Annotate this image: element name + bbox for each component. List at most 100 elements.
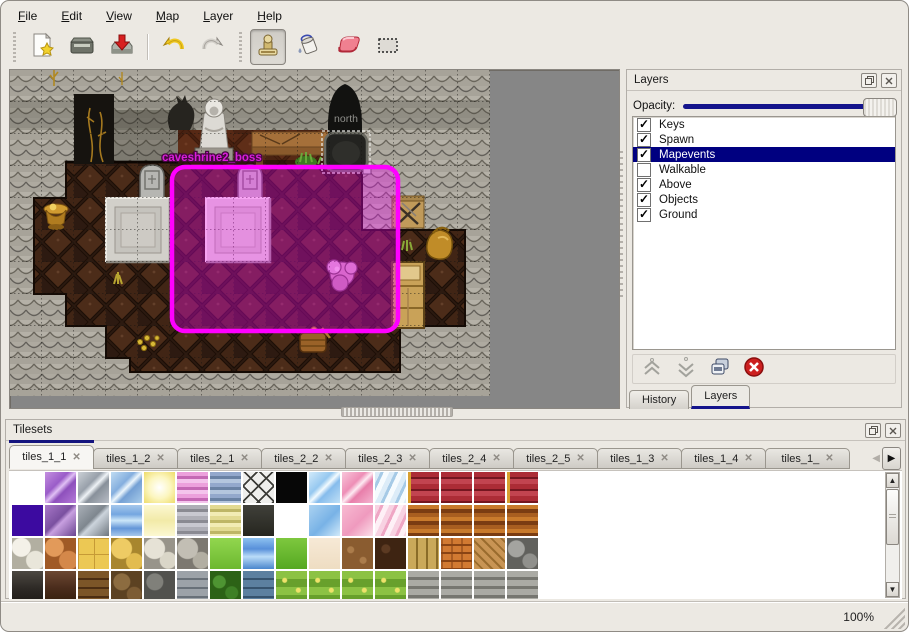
palette-tile[interactable] [209,471,242,504]
palette-tile[interactable] [176,471,209,504]
palette-tile[interactable] [11,537,44,570]
map-canvas[interactable]: north [10,70,490,396]
close-tab-icon[interactable]: ✕ [576,453,584,464]
resize-grip[interactable] [883,607,905,629]
palette-tile[interactable] [374,537,407,570]
layer-row-mapevents[interactable]: ✓Mapevents [633,147,895,162]
scroll-tabs-right-icon[interactable]: ▶ [882,447,901,470]
palette-tile[interactable] [110,471,143,504]
palette-tile[interactable] [143,471,176,504]
layer-checkbox[interactable]: ✓ [637,208,651,222]
palette-tile[interactable] [440,537,473,570]
palette-tile[interactable] [176,537,209,570]
palette-tile[interactable] [110,504,143,537]
palette-tile[interactable] [407,570,440,599]
palette-tile[interactable] [407,537,440,570]
tileset-tab-tiles_2_5[interactable]: tiles_2_5✕ [513,448,598,469]
layer-checkbox[interactable] [637,163,651,177]
save-button[interactable] [104,29,140,65]
layer-row-walkable[interactable]: Walkable [633,162,895,177]
close-panel-icon[interactable] [881,73,897,88]
tileset-tab-tiles_2_3[interactable]: tiles_2_3✕ [345,448,430,469]
close-tab-icon[interactable]: ✕ [492,453,500,464]
palette-tile[interactable] [44,570,77,599]
layer-row-above[interactable]: ✓Above [633,177,895,192]
palette-tile[interactable] [77,537,110,570]
map-view[interactable]: north [9,69,620,409]
palette-tile[interactable] [308,537,341,570]
horizontal-splitter-handle[interactable] [341,407,453,417]
menu-help[interactable]: Help [248,6,291,26]
palette-tile[interactable] [440,471,473,504]
palette-tile[interactable] [77,504,110,537]
tileset-tab-tiles_1_2[interactable]: tiles_1_2✕ [93,448,178,469]
new-file-button[interactable] [24,29,60,65]
menu-view[interactable]: View [97,6,141,26]
layer-row-objects[interactable]: ✓Objects [633,192,895,207]
float-panel-icon[interactable] [861,73,877,88]
layer-checkbox[interactable]: ✓ [637,133,651,147]
close-tab-icon[interactable]: ✕ [240,453,248,464]
open-button[interactable] [64,29,100,65]
rect-select-tool-button[interactable] [370,29,406,65]
palette-tile[interactable] [473,537,506,570]
palette-tile[interactable] [176,504,209,537]
fill-tool-button[interactable] [290,29,326,65]
palette-tile[interactable] [374,504,407,537]
palette-tile[interactable] [506,471,539,504]
layer-checkbox[interactable]: ✓ [637,118,651,132]
tileset-tab-tiles_2_2[interactable]: tiles_2_2✕ [261,448,346,469]
palette-tile[interactable] [341,471,374,504]
tileset-tab-tiles_1_3[interactable]: tiles_1_3✕ [597,448,682,469]
close-tab-icon[interactable]: ✕ [660,453,668,464]
layer-row-spawn[interactable]: ✓Spawn [633,132,895,147]
tile-palette[interactable] [11,471,541,599]
tab-history[interactable]: History [629,390,689,409]
close-tab-icon[interactable]: ✕ [408,453,416,464]
palette-tile[interactable] [308,471,341,504]
tileset-tab-tiles_2_4[interactable]: tiles_2_4✕ [429,448,514,469]
toolbar-grip[interactable] [237,32,244,62]
layer-row-ground[interactable]: ✓Ground [633,207,895,222]
palette-tile[interactable] [275,570,308,599]
delete-layer-icon[interactable] [743,356,765,383]
toolbar-grip[interactable] [11,32,18,62]
palette-tile[interactable] [209,537,242,570]
palette-tile[interactable] [308,504,341,537]
palette-tile[interactable] [11,570,44,599]
layer-checkbox[interactable]: ✓ [637,178,651,192]
tileset-tab-tiles_1_4[interactable]: tiles_1_4✕ [681,448,766,469]
float-panel-icon[interactable] [865,423,881,438]
palette-tile[interactable] [440,570,473,599]
palette-tile[interactable] [209,504,242,537]
duplicate-layer-icon[interactable] [709,356,731,383]
close-tab-icon[interactable]: ✕ [744,453,752,464]
palette-tile[interactable] [44,471,77,504]
palette-tile[interactable] [77,471,110,504]
vertical-splitter[interactable] [620,151,623,301]
layer-checkbox[interactable]: ✓ [637,193,651,207]
opacity-slider[interactable] [683,104,895,109]
palette-tile[interactable] [143,504,176,537]
menu-file[interactable]: File [9,6,46,26]
menu-layer[interactable]: Layer [194,6,242,26]
palette-tile[interactable] [242,471,275,504]
palette-tile[interactable] [374,570,407,599]
palette-tile[interactable] [341,504,374,537]
palette-tile[interactable] [275,504,308,537]
scroll-up-icon[interactable]: ▲ [886,473,899,488]
palette-tile[interactable] [275,471,308,504]
palette-tile[interactable] [143,537,176,570]
layer-row-keys[interactable]: ✓Keys [633,117,895,132]
palette-tile[interactable] [506,504,539,537]
close-tab-icon[interactable]: ✕ [72,452,80,463]
palette-tile[interactable] [44,504,77,537]
menu-map[interactable]: Map [147,6,188,26]
palette-tile[interactable] [242,504,275,537]
palette-tile[interactable] [440,504,473,537]
tileset-tab-tiles_1_1[interactable]: tiles_1_1✕ [9,445,94,469]
close-tab-icon[interactable]: ✕ [156,453,164,464]
palette-tile[interactable] [77,570,110,599]
close-tab-icon[interactable]: ✕ [825,453,833,464]
palette-tile[interactable] [110,570,143,599]
